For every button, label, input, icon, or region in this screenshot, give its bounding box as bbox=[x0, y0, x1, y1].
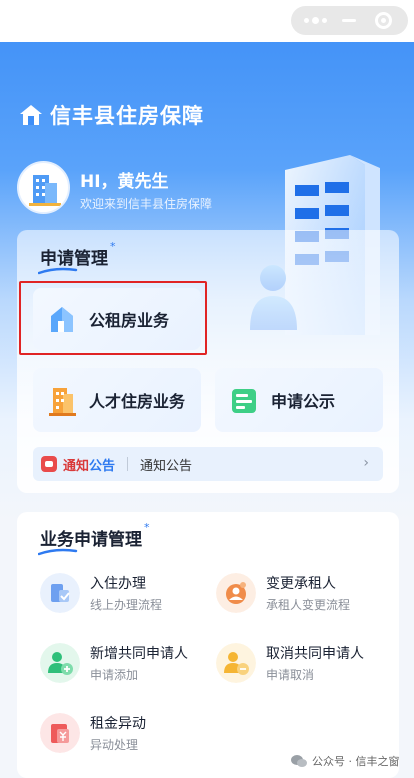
announcement-icon bbox=[41, 456, 57, 472]
apply-section-title-text: 申请管理 bbox=[40, 249, 108, 269]
house-logo-icon bbox=[20, 105, 42, 125]
move-in-name: 入住办理 bbox=[90, 576, 146, 592]
business-section-title-text: 业务申请管理 bbox=[40, 530, 142, 550]
more-menu-button[interactable] bbox=[301, 6, 331, 35]
notice-tag-part1: 通知 bbox=[63, 458, 90, 474]
user-greeting: HI，黄先生 bbox=[80, 172, 169, 192]
notice-board-icon bbox=[232, 389, 256, 413]
application-publicity-tile[interactable]: 申请公示 bbox=[215, 368, 383, 432]
more-dots-icon bbox=[304, 17, 328, 24]
apply-section-header: 申请管理 * bbox=[38, 240, 116, 275]
move-in-sub: 线上办理流程 bbox=[90, 598, 163, 612]
person-remove-icon bbox=[216, 643, 256, 683]
notice-text: 通知公告 bbox=[140, 458, 193, 474]
talent-housing-label: 人才住房业务 bbox=[89, 392, 186, 411]
divider bbox=[127, 457, 129, 471]
close-button[interactable] bbox=[368, 6, 398, 35]
change-tenant-item[interactable]: 变更承租人 承租人变更流程 bbox=[216, 573, 350, 613]
chevron-right-icon: › bbox=[363, 455, 369, 471]
business-section-header: 业务申请管理 * bbox=[38, 521, 150, 556]
mini-program-capsule bbox=[291, 6, 408, 35]
sparkle-icon: * bbox=[110, 240, 116, 253]
avatar[interactable] bbox=[17, 161, 70, 214]
cancel-co-applicant-item[interactable]: 取消共同申请人 申请取消 bbox=[216, 643, 364, 683]
rent-icon bbox=[40, 713, 80, 753]
building-check-icon bbox=[40, 573, 80, 613]
app-title: 信丰县住房保障 bbox=[50, 104, 204, 128]
app-header: 信丰县住房保障 bbox=[18, 100, 204, 130]
person-add-icon bbox=[40, 643, 80, 683]
status-bar bbox=[0, 0, 414, 42]
watermark: 公众号 · 信丰之窗 bbox=[290, 753, 400, 769]
cancel-co-applicant-name: 取消共同申请人 bbox=[266, 646, 364, 662]
add-co-applicant-name: 新增共同申请人 bbox=[90, 646, 188, 662]
apartment-icon bbox=[49, 388, 76, 416]
rent-change-sub: 异动处理 bbox=[90, 738, 139, 752]
minimize-icon bbox=[342, 19, 357, 22]
add-co-applicant-sub: 申请添加 bbox=[90, 668, 139, 682]
selection-highlight bbox=[19, 281, 207, 355]
move-in-item[interactable]: 入住办理 线上办理流程 bbox=[40, 573, 162, 613]
notice-bar[interactable]: 通知 公告 通知公告 › bbox=[33, 447, 383, 481]
close-circle-icon bbox=[374, 12, 392, 29]
change-tenant-sub: 承租人变更流程 bbox=[266, 598, 351, 612]
welcome-text: 欢迎来到信丰县住房保障 bbox=[80, 197, 213, 211]
swoosh-icon bbox=[38, 267, 78, 275]
person-change-icon bbox=[216, 573, 256, 613]
apply-section-title: 申请管理 bbox=[38, 244, 108, 275]
application-publicity-label: 申请公示 bbox=[271, 392, 336, 411]
talent-housing-tile[interactable]: 人才住房业务 bbox=[33, 368, 201, 432]
change-tenant-name: 变更承租人 bbox=[266, 576, 336, 592]
cancel-co-applicant-sub: 申请取消 bbox=[266, 668, 315, 682]
swoosh-icon bbox=[38, 548, 78, 556]
add-co-applicant-item[interactable]: 新增共同申请人 申请添加 bbox=[40, 643, 188, 683]
rent-change-name: 租金异动 bbox=[90, 716, 146, 732]
watermark-text: 公众号 · 信丰之窗 bbox=[312, 755, 400, 768]
business-section-title: 业务申请管理 bbox=[38, 525, 142, 556]
notice-tag-part2: 公告 bbox=[89, 458, 116, 474]
minimize-button[interactable] bbox=[334, 6, 364, 35]
wechat-icon bbox=[291, 755, 307, 767]
rent-change-item[interactable]: 租金异动 异动处理 bbox=[40, 713, 146, 753]
sparkle-icon: * bbox=[144, 521, 150, 534]
